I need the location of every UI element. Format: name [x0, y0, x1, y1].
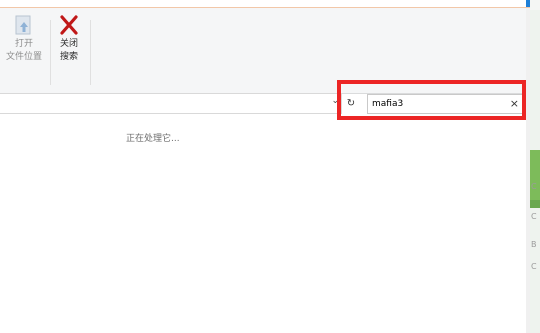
- ribbon-divider: [50, 20, 51, 85]
- edge-segment: [530, 200, 540, 208]
- open-location-label-2: 文件位置: [5, 52, 42, 62]
- open-location-icon: [15, 15, 31, 35]
- close-x-icon: [60, 15, 78, 35]
- open-location-label-1: 打开: [14, 39, 33, 49]
- chevron-down-icon[interactable]: ⌄: [331, 96, 339, 106]
- open-file-location-button[interactable]: 打开 文件位置: [2, 14, 46, 64]
- close-search-label-2: 搜索: [59, 52, 78, 62]
- search-input[interactable]: [372, 96, 500, 111]
- status-text: 正在处理它...: [126, 134, 180, 144]
- edge-glyph: C: [531, 212, 537, 221]
- address-bar[interactable]: ⌄: [0, 93, 342, 114]
- refresh-icon[interactable]: ↻: [344, 96, 358, 111]
- close-search-label-1: 关闭: [59, 39, 78, 49]
- edge-segment: [530, 150, 540, 200]
- ribbon-divider: [90, 20, 91, 85]
- ribbon-toolbar: 打开 文件位置 关闭 搜索: [0, 8, 530, 94]
- edge-glyph: C: [531, 262, 537, 271]
- clear-search-icon[interactable]: ×: [510, 95, 519, 113]
- edge-glyph: C: [531, 182, 537, 191]
- search-box[interactable]: ×: [367, 94, 525, 114]
- edge-segment: [530, 0, 540, 10]
- background-window-edge: [530, 0, 540, 333]
- edge-glyph: B: [531, 240, 537, 249]
- close-search-button[interactable]: 关闭 搜索: [54, 14, 84, 64]
